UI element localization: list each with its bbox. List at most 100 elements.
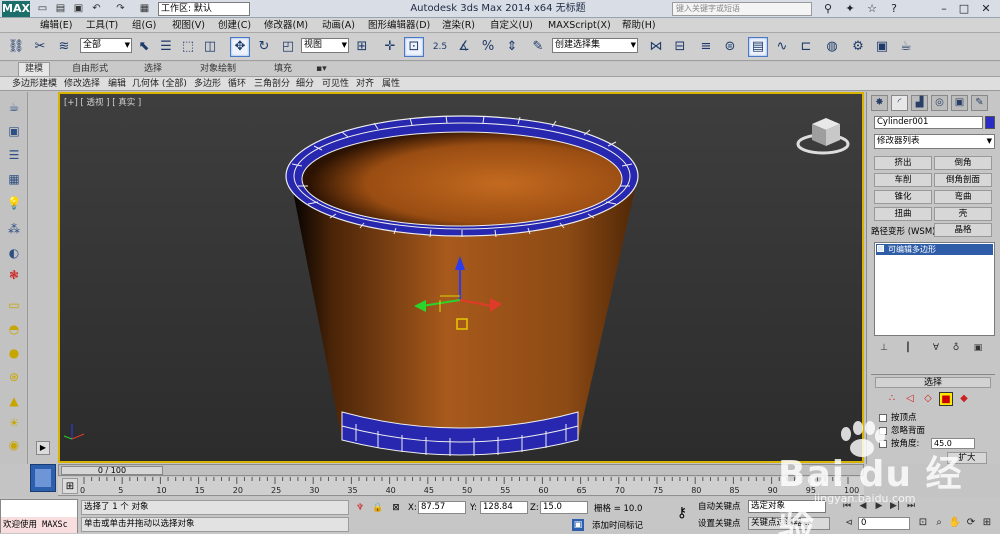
path-deform-label[interactable]: 路径变形 (WSM)	[871, 225, 935, 237]
undo-icon[interactable]: ↶	[90, 2, 103, 15]
menu-view[interactable]: 视图(V)	[172, 19, 205, 32]
ribbon-edit[interactable]: 编辑	[108, 78, 126, 90]
menu-group[interactable]: 组(G)	[132, 19, 156, 32]
favorites-icon[interactable]: ✦	[842, 1, 858, 16]
project-folder-icon[interactable]: ▦	[138, 2, 151, 15]
bend-button[interactable]: 弯曲	[934, 190, 992, 204]
make-unique-icon[interactable]: ∀	[929, 342, 943, 354]
particles-icon[interactable]: ❃	[4, 266, 24, 284]
lathe-button[interactable]: 车削	[874, 173, 932, 187]
extrude-button[interactable]: 挤出	[874, 156, 932, 170]
ribbon-geometry-all[interactable]: 几何体 (全部)	[132, 78, 187, 90]
modifier-list-dropdown[interactable]: 修改器列表 ▼	[874, 134, 995, 149]
reference-coord-dropdown[interactable]: 视图 ▼	[301, 38, 349, 53]
grid-icon[interactable]: ▦	[4, 170, 24, 188]
align-icon[interactable]: ⊟	[670, 37, 690, 57]
time-slider[interactable]: 0 / 100	[58, 464, 864, 476]
scene-explorer-icon[interactable]: ⊜	[720, 37, 740, 57]
rendered-frame-icon[interactable]: ▣	[872, 37, 892, 57]
select-object-icon[interactable]: ⬉	[134, 37, 154, 57]
workspace-dropdown[interactable]: 工作区: 默认	[158, 2, 250, 16]
unlink-icon[interactable]: ✂	[30, 37, 50, 57]
tab-hierarchy[interactable]: ▟	[911, 95, 928, 111]
menu-rendering[interactable]: 渲染(R)	[442, 19, 475, 32]
z-coordinate-field[interactable]: 15.0	[540, 501, 588, 514]
ribbon-modify-selection[interactable]: 修改选择	[64, 78, 100, 90]
schematic-view-icon[interactable]: ⊏	[796, 37, 816, 57]
spinner-snap-icon[interactable]: ⇕	[502, 37, 522, 57]
rect-selection-icon[interactable]: ⬚	[178, 37, 198, 57]
select-manipulate-icon[interactable]: ✛	[380, 37, 400, 57]
maxscript-welcome[interactable]: 欢迎使用 MAXSc	[1, 517, 77, 533]
ribbon-polygons[interactable]: 多边形	[194, 78, 221, 90]
ribbon-visibility[interactable]: 可见性	[322, 78, 349, 90]
render-teapot-icon[interactable]: ☕	[896, 37, 916, 57]
tab-motion[interactable]: ◎	[931, 95, 948, 111]
polygon-icon[interactable]: ■	[939, 392, 953, 406]
ribbon-tab-object-paint[interactable]: 对象绘制	[200, 63, 236, 75]
ribbon-options-icon[interactable]: ▪▾	[316, 63, 327, 75]
tab-create[interactable]: ✸	[871, 95, 888, 111]
ribbon-tab-populate[interactable]: 填充	[274, 63, 292, 75]
remove-modifier-icon[interactable]: ♁	[949, 342, 963, 354]
light-icon[interactable]: 💡	[4, 194, 24, 212]
dome-icon[interactable]: ◓	[4, 320, 24, 338]
menu-graph-editors[interactable]: 图形编辑器(D)	[368, 19, 430, 32]
time-tag-icon[interactable]: ▣	[572, 519, 584, 531]
star-icon[interactable]: ☆	[864, 1, 880, 16]
tab-display[interactable]: ▣	[951, 95, 968, 111]
app-logo[interactable]: MAX	[2, 1, 30, 17]
lock-selection-icon[interactable]: 🔒	[372, 502, 384, 514]
geosphere-icon[interactable]: ⊛	[4, 368, 24, 386]
taper-button[interactable]: 锥化	[874, 190, 932, 204]
menu-edit[interactable]: 编辑(E)	[40, 19, 72, 32]
absolute-mode-icon[interactable]: ⊠	[390, 502, 402, 514]
sun-icon[interactable]: ☀	[4, 414, 24, 432]
render-setup-icon[interactable]: ⚙	[848, 37, 868, 57]
keyboard-shortcut-icon[interactable]: ⊡	[404, 37, 424, 57]
sphere-icon[interactable]: ●	[4, 344, 24, 362]
menu-create[interactable]: 创建(C)	[218, 19, 251, 32]
help-icon[interactable]: ?	[886, 1, 902, 16]
named-selection-dropdown[interactable]: 创建选择集 ▼	[552, 38, 638, 53]
ribbon-properties[interactable]: 属性	[382, 78, 400, 90]
viewport-label[interactable]: [+] [ 透视 ] [ 真实 ]	[64, 96, 141, 108]
play-icon[interactable]: ▶	[36, 441, 50, 455]
lattice-button[interactable]: 晶格	[934, 223, 992, 237]
open-file-icon[interactable]: ▤	[54, 2, 67, 15]
add-time-tag-button[interactable]: 添加时间标记	[592, 519, 643, 531]
sphere-half-icon[interactable]: ◐	[4, 244, 24, 262]
track-bar[interactable]: ⊞ 0 5 10 15 20 25 30 35 40 45 50 55 60 65 70 75 80 85 90 95…	[58, 477, 864, 496]
twist-button[interactable]: 扭曲	[874, 207, 932, 221]
curve-editor-icon[interactable]: ∿	[772, 37, 792, 57]
redo-icon[interactable]: ↷	[114, 2, 127, 15]
window-crossing-icon[interactable]: ◫	[200, 37, 220, 57]
render-icon[interactable]: ▣	[4, 122, 24, 140]
cone-icon[interactable]: ▲	[4, 392, 24, 410]
ribbon-tab-freeform[interactable]: 自由形式	[72, 63, 108, 75]
perspective-viewport[interactable]: [+] [ 透视 ] [ 真实 ]	[58, 92, 864, 463]
view-cube[interactable]	[796, 118, 850, 155]
show-end-result-icon[interactable]: ┃	[901, 342, 915, 354]
ribbon-tab-modeling[interactable]: 建模	[18, 62, 51, 76]
bevel-profile-button[interactable]: 倒角剖面	[934, 173, 992, 187]
menu-animation[interactable]: 动画(A)	[322, 19, 355, 32]
ribbon-subdivision[interactable]: 细分	[296, 78, 314, 90]
layer-manager-icon[interactable]: ≡	[696, 37, 716, 57]
stack-item-toggle[interactable]	[877, 245, 884, 252]
modifier-stack[interactable]: 可编辑多边形	[874, 242, 995, 336]
active-viewport-preview[interactable]	[30, 464, 56, 492]
edge-icon[interactable]: ◁	[903, 392, 917, 406]
key-icon[interactable]: ⚷	[672, 505, 692, 521]
menu-maxscript[interactable]: MAXScript(X)	[548, 19, 611, 32]
maximize-icon[interactable]: □	[956, 1, 972, 16]
element-icon[interactable]: ◆	[957, 392, 971, 406]
object-color-swatch[interactable]	[985, 116, 995, 129]
stack-item-editable-poly[interactable]: 可编辑多边形	[876, 244, 993, 255]
ribbon-tris[interactable]: 三角剖分	[254, 78, 290, 90]
teapot-icon[interactable]: ☕	[4, 98, 24, 116]
pivot-center-icon[interactable]: ⊞	[352, 37, 372, 57]
time-slider-thumb[interactable]: 0 / 100	[61, 466, 163, 475]
menu-help[interactable]: 帮助(H)	[622, 19, 656, 32]
save-file-icon[interactable]: ▣	[72, 2, 85, 15]
